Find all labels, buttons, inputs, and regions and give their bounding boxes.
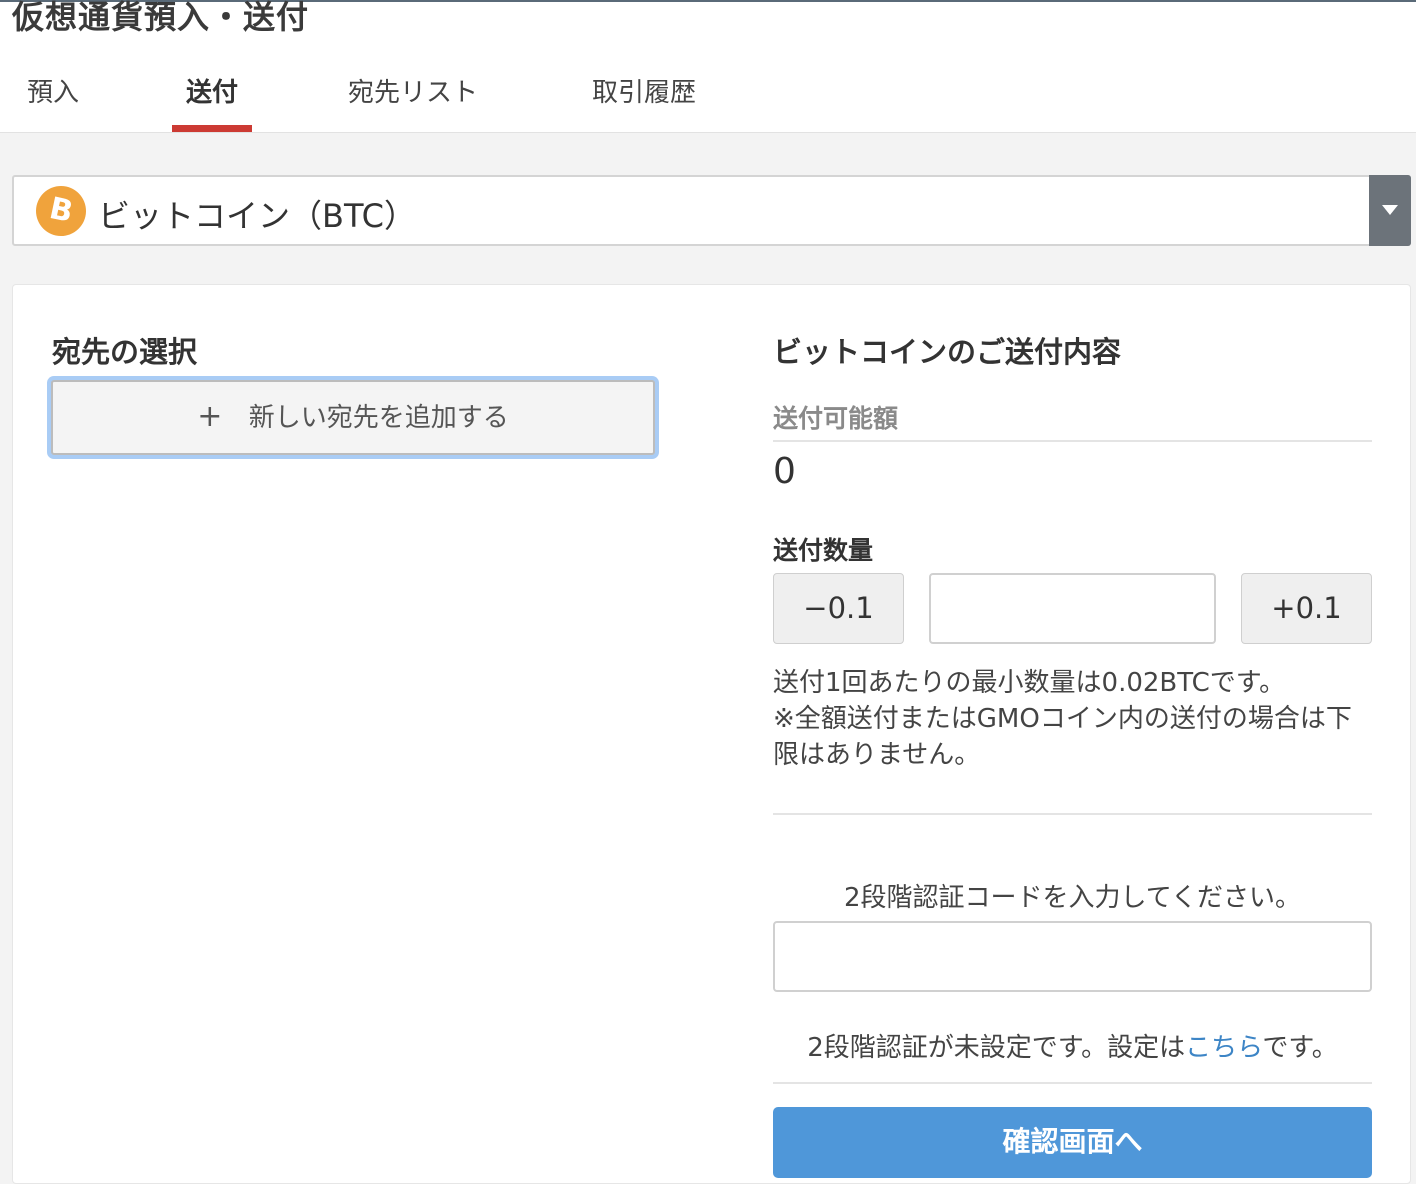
tab-label: 預入 xyxy=(26,78,79,108)
divider xyxy=(773,440,1372,442)
chevron-down-icon[interactable] xyxy=(1369,175,1411,246)
quantity-label: 送付数量 xyxy=(773,536,874,565)
available-amount-value: 0 xyxy=(773,451,796,492)
tab-deposit[interactable]: 預入 xyxy=(24,72,82,132)
decrement-button[interactable]: −0.1 xyxy=(773,573,904,644)
tab-label: 送付 xyxy=(185,78,238,108)
plus-icon: + xyxy=(197,399,223,434)
two-factor-status: 2段階認証が未設定です。設定はこちらです。 xyxy=(773,1027,1372,1064)
two-factor-settings-link[interactable]: こちら xyxy=(1185,1033,1262,1063)
tab-transaction-history[interactable]: 取引履歴 xyxy=(588,72,700,132)
confirm-button[interactable]: 確認画面へ xyxy=(773,1107,1372,1178)
tab-send[interactable]: 送付 xyxy=(172,72,252,132)
add-destination-button[interactable]: + 新しい宛先を追加する xyxy=(51,380,655,455)
tab-address-list[interactable]: 宛先リスト xyxy=(343,72,483,132)
note-line: 送付1回あたりの最小数量は0.02BTCです。 xyxy=(773,668,1286,698)
destination-heading: 宛先の選択 xyxy=(52,335,198,369)
bitcoin-icon: B xyxy=(31,181,91,241)
available-amount-label: 送付可能額 xyxy=(773,404,899,433)
minimum-amount-note: 送付1回あたりの最小数量は0.02BTCです。 ※全額送付またはGMOコイン内の… xyxy=(773,665,1373,773)
increment-button[interactable]: +0.1 xyxy=(1241,573,1372,644)
page-header: 仮想通貨預入・送付 預入 送付 宛先リスト 取引履歴 xyxy=(0,0,1416,133)
active-tab-indicator xyxy=(172,125,252,132)
divider xyxy=(773,813,1372,815)
quantity-input[interactable] xyxy=(929,573,1216,644)
two-factor-prompt: 2段階認証コードを入力してください。 xyxy=(844,883,1301,913)
divider xyxy=(773,1082,1372,1084)
note-line: ※全額送付またはGMOコイン内の送付の場合は下限はありません。 xyxy=(773,704,1352,770)
two-factor-status-text: 2段階認証が未設定です。設定は xyxy=(807,1033,1186,1063)
send-details-heading: ビットコインのご送付内容 xyxy=(773,335,1122,369)
add-destination-label: 新しい宛先を追加する xyxy=(248,403,509,433)
two-factor-status-text: です。 xyxy=(1262,1033,1338,1063)
tab-label: 取引履歴 xyxy=(591,78,696,108)
tab-label: 宛先リスト xyxy=(347,78,478,108)
currency-select-value: ビットコイン（BTC） xyxy=(98,197,416,235)
send-form-card: 宛先の選択 + 新しい宛先を追加する ビットコインのご送付内容 送付可能額 0 … xyxy=(12,284,1411,1184)
currency-select[interactable]: B ビットコイン（BTC） xyxy=(12,175,1411,246)
two-factor-code-input[interactable] xyxy=(773,921,1372,992)
page-title: 仮想通貨預入・送付 xyxy=(12,0,310,36)
